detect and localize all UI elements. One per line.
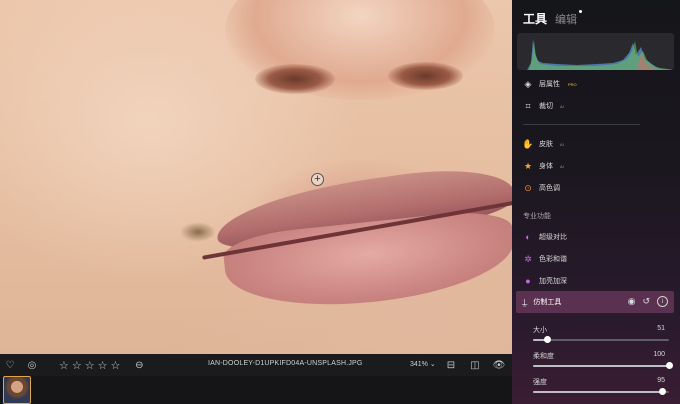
hand-icon: ✋ xyxy=(522,138,534,149)
star-1-icon[interactable]: ☆ xyxy=(59,359,69,372)
notification-dot xyxy=(579,10,583,13)
tool-skin[interactable]: ✋ 皮肤 AI xyxy=(522,138,564,149)
star-5-icon[interactable]: ☆ xyxy=(111,359,121,372)
ai-badge: AI xyxy=(560,103,564,109)
size-slider[interactable]: 大小 51 xyxy=(533,325,669,343)
tool-super-contrast-label: 超级对比 xyxy=(539,234,567,241)
bottom-toolbar: ♡ ◎ ☆ ☆ ☆ ☆ ☆ ⊖ IAN-DOOLEY-D1UPKIFD04A-U… xyxy=(0,354,512,376)
section-pro-title: 专业功能 xyxy=(523,213,551,220)
mouth-corner xyxy=(180,222,216,242)
divider xyxy=(523,124,640,125)
size-knob[interactable] xyxy=(543,336,551,343)
clone-tool-header[interactable]: ⍊ 仿制工具 ◉ ↺ i xyxy=(516,291,674,313)
strength-knob[interactable] xyxy=(659,388,667,395)
nostril-left xyxy=(255,64,335,94)
tool-color-harmony-label: 色彩和谐 xyxy=(539,256,567,263)
split-view-icon[interactable]: ◫ xyxy=(468,358,482,372)
zoom-level[interactable]: 341% ⌄ xyxy=(410,360,436,368)
tool-high-key-label: 高色调 xyxy=(539,185,560,192)
softness-value: 100 xyxy=(653,351,665,358)
thumbnail[interactable] xyxy=(3,376,31,404)
strength-value: 95 xyxy=(657,377,665,384)
histogram xyxy=(517,33,674,70)
size-label: 大小 xyxy=(533,327,547,334)
clear-rating-icon[interactable]: ⊖ xyxy=(132,358,146,372)
strength-fill xyxy=(533,391,663,393)
reset-icon[interactable]: ↺ xyxy=(642,296,650,307)
right-panel: 工具 编辑 ◈ 层属性 PRO ⌗ 裁切 AI ✋ 皮肤 AI ★ 身体 AI xyxy=(512,0,680,404)
softness-knob[interactable] xyxy=(666,362,673,369)
clone-source-crosshair-icon[interactable]: + xyxy=(311,173,324,186)
softness-slider[interactable]: 柔和度 100 xyxy=(533,351,673,369)
strength-label: 强度 xyxy=(533,379,547,386)
softness-track[interactable] xyxy=(533,362,673,369)
tool-crop[interactable]: ⌗ 裁切 AI xyxy=(523,100,564,111)
panel-tabs: 工具 编辑 xyxy=(523,10,583,27)
crop-icon: ⌗ xyxy=(525,100,531,111)
ai-badge: AI xyxy=(560,163,564,169)
color-harmony-icon: ✲ xyxy=(524,253,532,264)
tool-body[interactable]: ★ 身体 AI xyxy=(523,161,564,171)
tool-layer-properties-label: 层属性 xyxy=(539,81,560,88)
tool-high-key[interactable]: ⊙ 高色调 xyxy=(523,183,560,193)
size-value: 51 xyxy=(657,325,665,332)
dodge-burn-icon: ● xyxy=(525,276,531,286)
clone-tool-label: 仿制工具 xyxy=(533,299,562,306)
tool-dodge-burn-label: 加亮加深 xyxy=(539,278,567,285)
tool-color-harmony[interactable]: ✲ 色彩和谐 xyxy=(523,254,567,264)
star-2-icon[interactable]: ☆ xyxy=(72,359,82,372)
file-name: IAN-DOOLEY-D1UPKIFD04A-UNSPLASH.JPG xyxy=(208,360,363,367)
star-rating[interactable]: ☆ ☆ ☆ ☆ ☆ xyxy=(59,359,120,372)
tool-crop-label: 裁切 xyxy=(539,103,553,110)
visibility-eye-icon[interactable]: ◉ xyxy=(628,296,636,307)
tab-edit-label: 编辑 xyxy=(555,14,578,26)
reject-flag-icon[interactable]: ◎ xyxy=(25,358,39,372)
app-window: + ♡ ◎ ☆ ☆ ☆ ☆ ☆ ⊖ IAN-DOOLEY-D1UPKIFD04A… xyxy=(0,0,680,404)
info-icon[interactable]: i xyxy=(657,296,668,307)
tool-skin-label: 皮肤 xyxy=(539,141,553,148)
tab-tools[interactable]: 工具 xyxy=(523,10,547,27)
size-track[interactable] xyxy=(533,336,669,343)
pro-badge: PRO xyxy=(568,81,577,87)
contrast-icon: ◐ xyxy=(525,232,531,242)
tool-dodge-burn[interactable]: ● 加亮加深 xyxy=(523,276,567,286)
strength-slider[interactable]: 强度 95 xyxy=(533,377,669,395)
favorite-heart-icon[interactable]: ♡ xyxy=(3,358,17,372)
star-4-icon[interactable]: ☆ xyxy=(98,359,108,372)
photo-canvas[interactable]: + xyxy=(0,0,512,354)
nostril-right xyxy=(388,62,463,90)
ai-badge: AI xyxy=(560,141,564,147)
histogram-graph xyxy=(517,39,674,70)
tab-edit[interactable]: 编辑 xyxy=(555,10,583,27)
tool-body-label: 身体 xyxy=(539,163,553,170)
tool-super-contrast[interactable]: ◐ 超级对比 xyxy=(523,232,567,242)
filmstrip xyxy=(0,376,512,404)
tool-layer-properties[interactable]: ◈ 层属性 PRO xyxy=(523,79,577,89)
strength-track[interactable] xyxy=(533,388,669,395)
preview-eye-icon[interactable]: 👁 xyxy=(492,358,506,372)
layers-icon: ◈ xyxy=(524,78,532,89)
softness-fill xyxy=(533,365,669,367)
clone-tool-actions: ◉ ↺ i xyxy=(628,296,668,307)
clone-stamp-icon: ⍊ xyxy=(522,296,528,307)
eye-glow-icon: ⊙ xyxy=(524,182,532,193)
body-star-icon: ★ xyxy=(523,160,533,171)
star-3-icon[interactable]: ☆ xyxy=(85,359,95,372)
softness-label: 柔和度 xyxy=(533,353,554,360)
compare-icon[interactable]: ⊟ xyxy=(444,358,458,372)
